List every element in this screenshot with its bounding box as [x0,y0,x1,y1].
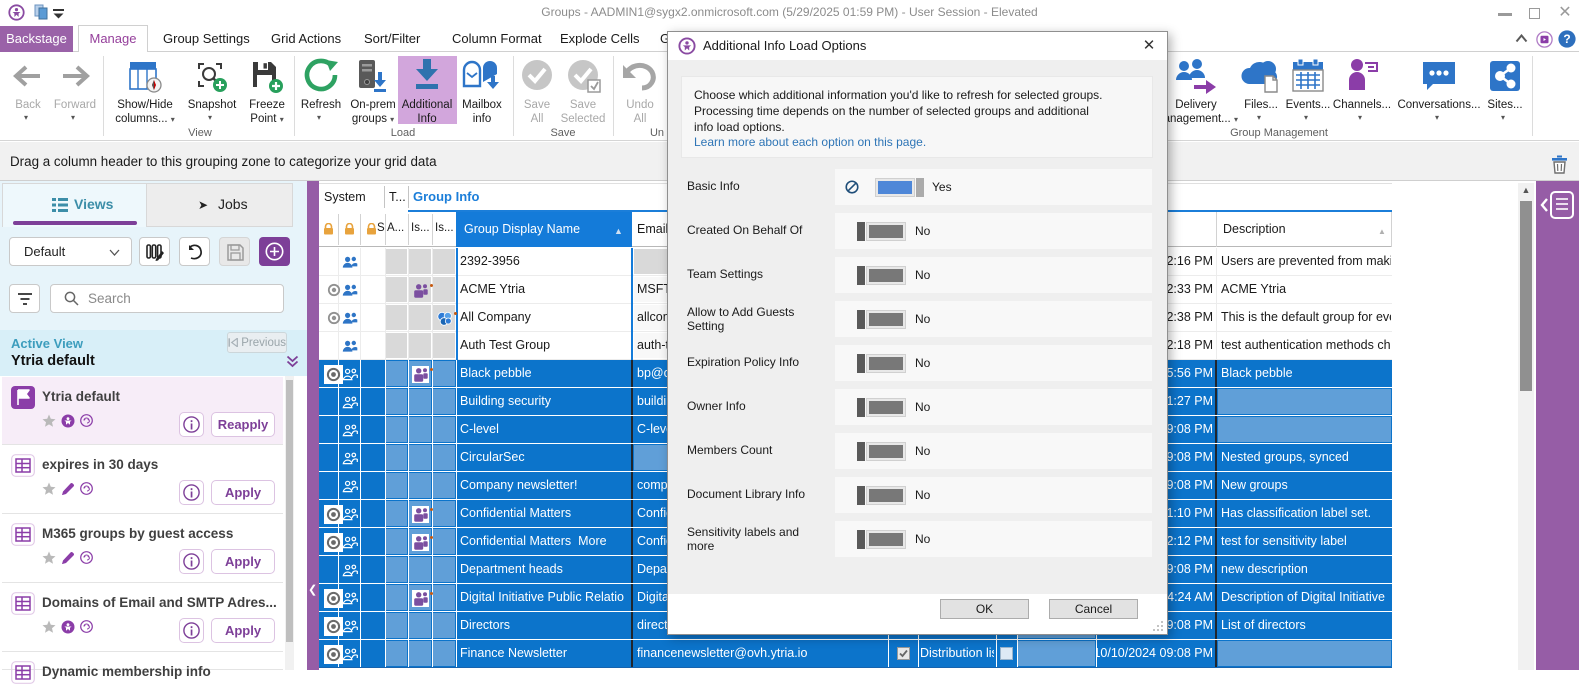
svg-text:?: ? [1563,32,1570,46]
